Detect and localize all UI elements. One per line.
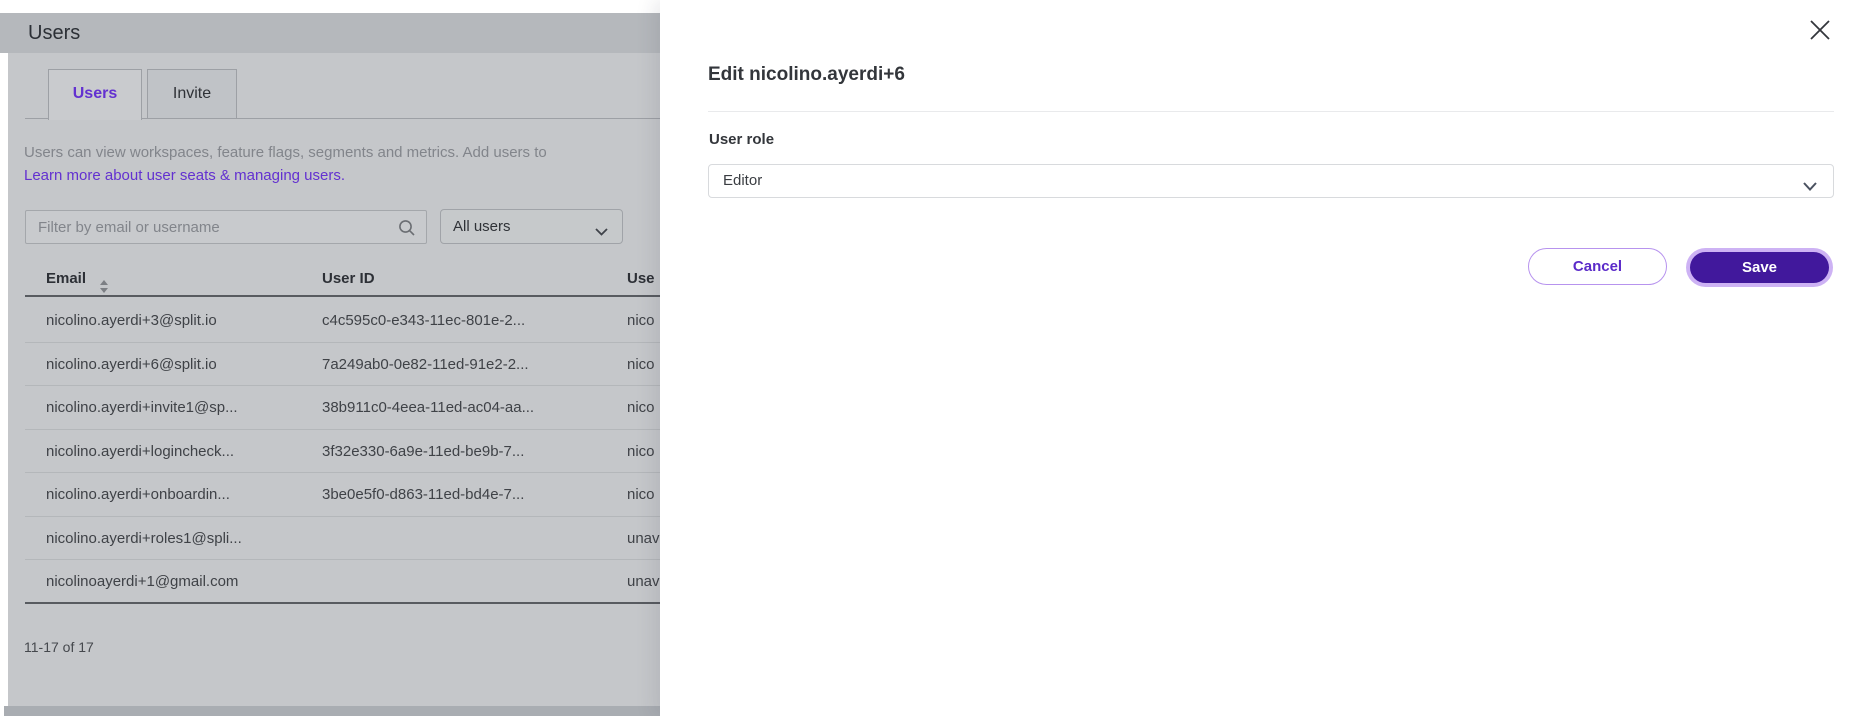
user-role-select[interactable]: Editor: [708, 164, 1834, 198]
users-admin-page: Users Users Invite Users can view worksp…: [0, 0, 1856, 716]
bottom-band: [4, 706, 666, 716]
cell-user-id: 7a249ab0-0e82-11ed-91e2-2...: [322, 343, 529, 386]
page-title: Users: [0, 13, 666, 53]
cell-email: nicolino.ayerdi+6@split.io: [46, 343, 217, 386]
table-row: nicolino.ayerdi+invite1@sp... 38b911c0-4…: [25, 386, 666, 430]
cell-user: nico: [627, 299, 655, 342]
users-table-body: nicolino.ayerdi+3@split.io c4c595c0-e343…: [25, 299, 666, 604]
tab-invite-label: Invite: [173, 85, 211, 102]
tab-invite[interactable]: Invite: [147, 69, 237, 119]
page-header-band: Users: [0, 13, 666, 53]
cell-email: nicolino.ayerdi+3@split.io: [46, 299, 217, 342]
cancel-button[interactable]: Cancel: [1528, 248, 1667, 285]
tab-users-label: Users: [73, 85, 117, 102]
chevron-down-icon: [1803, 178, 1817, 196]
save-button[interactable]: Save: [1690, 252, 1829, 283]
close-icon[interactable]: [1808, 18, 1832, 42]
edit-user-drawer: Edit nicolino.ayerdi+6 User role Editor …: [660, 0, 1856, 716]
table-row: nicolino.ayerdi+onboardin... 3be0e5f0-d8…: [25, 473, 666, 517]
cell-user: nico: [627, 473, 655, 516]
user-scope-dropdown-value: All users: [453, 210, 511, 243]
cell-user: unav: [627, 560, 660, 603]
search-icon: [398, 219, 416, 242]
pagination-status: 11-17 of 17: [24, 639, 94, 655]
table-row: nicolinoayerdi+1@gmail.com unav: [25, 560, 666, 604]
drawer-divider: [708, 111, 1834, 112]
table-row: nicolino.ayerdi+logincheck... 3f32e330-6…: [25, 430, 666, 474]
cell-user: nico: [627, 386, 655, 429]
column-header-user: Use: [627, 260, 655, 297]
cell-user-id: 38b911c0-4eea-11ed-ac04-aa...: [322, 386, 534, 429]
cell-user: unav: [627, 517, 660, 560]
column-header-email[interactable]: Email: [46, 260, 86, 297]
cell-email: nicolino.ayerdi+logincheck...: [46, 430, 234, 473]
users-description: Users can view workspaces, feature flags…: [24, 144, 547, 161]
table-row: nicolino.ayerdi+3@split.io c4c595c0-e343…: [25, 299, 666, 343]
column-header-user-id: User ID: [322, 260, 375, 297]
table-row: nicolino.ayerdi+roles1@spli... unav: [25, 517, 666, 561]
drawer-title: Edit nicolino.ayerdi+6: [708, 64, 905, 86]
filter-input-wrapper: [25, 210, 427, 244]
user-role-label: User role: [709, 131, 774, 148]
cell-email: nicolino.ayerdi+onboardin...: [46, 473, 230, 516]
cell-user: nico: [627, 430, 655, 473]
user-scope-dropdown[interactable]: All users: [440, 209, 623, 244]
filter-input[interactable]: [26, 211, 426, 243]
table-header-row: Email User ID Use: [25, 260, 666, 297]
tab-users[interactable]: Users: [48, 69, 142, 120]
learn-more-link[interactable]: Learn more about user seats & managing u…: [24, 167, 345, 184]
cell-email: nicolino.ayerdi+roles1@spli...: [46, 517, 242, 560]
cell-user: nico: [627, 343, 655, 386]
user-role-select-value: Editor: [723, 165, 762, 197]
cell-email: nicolino.ayerdi+invite1@sp...: [46, 386, 238, 429]
cell-user-id: 3be0e5f0-d863-11ed-bd4e-7...: [322, 473, 524, 516]
cell-email: nicolinoayerdi+1@gmail.com: [46, 560, 238, 603]
table-row: nicolino.ayerdi+6@split.io 7a249ab0-0e82…: [25, 343, 666, 387]
cell-user-id: c4c595c0-e343-11ec-801e-2...: [322, 299, 525, 342]
cell-user-id: 3f32e330-6a9e-11ed-be9b-7...: [322, 430, 524, 473]
chevron-down-icon: [595, 223, 608, 241]
